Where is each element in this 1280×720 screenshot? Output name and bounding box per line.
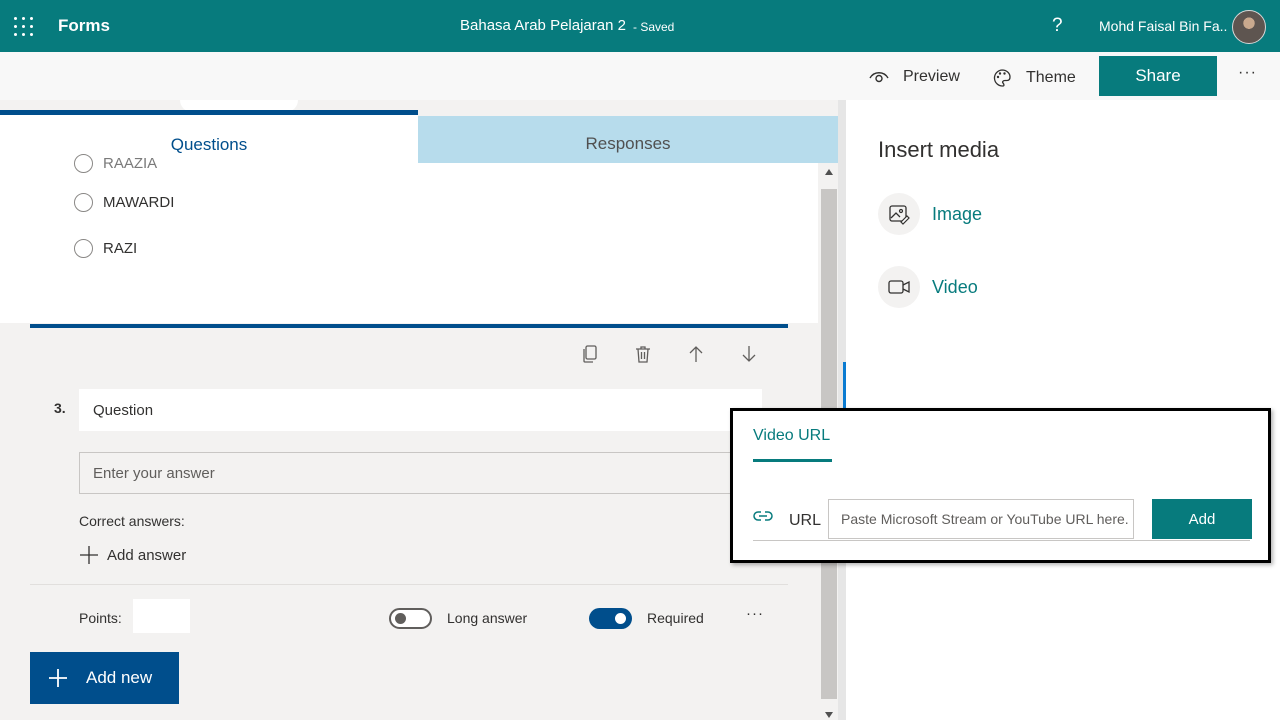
save-status: - Saved	[633, 20, 675, 34]
add-answer-button[interactable]: Add answer	[79, 545, 186, 565]
copy-icon[interactable]	[580, 344, 600, 364]
option-label: MAWARDI	[103, 194, 175, 211]
points-input[interactable]	[133, 599, 190, 633]
tab-underline	[753, 459, 832, 462]
arrow-up-icon[interactable]	[686, 344, 706, 364]
add-new-label: Add new	[86, 668, 153, 687]
add-video-button[interactable]: Add	[1152, 499, 1252, 539]
preview-label: Preview	[903, 68, 960, 85]
share-button[interactable]: Share	[1099, 56, 1217, 96]
palette-icon	[993, 69, 1011, 87]
video-url-dialog: Video URL URL Add	[730, 408, 1271, 563]
delete-icon[interactable]	[633, 344, 653, 364]
avatar[interactable]	[1232, 10, 1266, 44]
previous-question-card: RAAZIA MAWARDI RAZI	[0, 154, 818, 323]
question-more-button[interactable]: ···	[746, 605, 764, 622]
question-footer: Points: Long answer Required ···	[30, 584, 788, 642]
add-answer-label: Add answer	[107, 546, 187, 564]
question-number: 3.	[54, 400, 66, 416]
video-icon	[878, 266, 920, 308]
question-title-input[interactable]	[79, 389, 762, 431]
points-label: Points:	[79, 610, 122, 626]
choice-option[interactable]: RAAZIA	[74, 154, 157, 173]
top-bar: Forms Bahasa Arab Pelajaran 2 - Saved ? …	[0, 0, 1280, 52]
required-label: Required	[647, 610, 704, 626]
option-label: RAZI	[103, 240, 138, 257]
eye-icon	[869, 72, 889, 83]
radio-button[interactable]	[74, 193, 93, 212]
insert-image-button[interactable]: Image	[878, 193, 982, 235]
choice-option[interactable]: MAWARDI	[74, 193, 174, 212]
scroll-up-icon[interactable]	[825, 169, 833, 175]
video-url-input[interactable]	[828, 499, 1134, 539]
image-icon	[878, 193, 920, 235]
correct-answers-label: Correct answers:	[79, 513, 185, 529]
scroll-down-icon[interactable]	[825, 712, 833, 718]
more-options-button[interactable]: ···	[1238, 64, 1257, 82]
tab-responses[interactable]: Responses	[418, 116, 838, 163]
long-answer-toggle[interactable]	[389, 608, 432, 629]
option-label: RAAZIA	[103, 155, 158, 172]
insert-video-button[interactable]: Video	[878, 266, 978, 308]
panel-title: Insert media	[878, 137, 1000, 162]
theme-label: Theme	[1026, 69, 1076, 86]
dialog-divider	[753, 540, 1250, 541]
required-toggle[interactable]	[589, 608, 632, 629]
choice-option[interactable]: RAZI	[74, 239, 137, 258]
preview-button[interactable]: Preview	[869, 68, 960, 86]
form-editor: Questions Responses RAAZIA MAWARDI RAZI …	[0, 100, 846, 720]
image-label: Image	[932, 203, 983, 224]
long-answer-label: Long answer	[447, 610, 528, 626]
video-url-tab[interactable]: Video URL	[753, 427, 830, 445]
add-new-button[interactable]: Add new	[30, 652, 179, 704]
user-name[interactable]: Mohd Faisal Bin Fa...	[1099, 18, 1227, 34]
link-icon	[753, 511, 773, 521]
tab-questions[interactable]: Questions	[0, 110, 418, 163]
theme-button[interactable]: Theme	[992, 68, 1076, 88]
radio-button[interactable]	[74, 239, 93, 258]
plus-icon	[80, 546, 98, 564]
plus-icon	[49, 669, 67, 687]
help-button[interactable]: ?	[1052, 15, 1063, 37]
command-bar: Preview Theme Share	[0, 52, 1280, 100]
app-name[interactable]: Forms	[58, 16, 110, 36]
url-label: URL	[789, 512, 822, 529]
app-launcher-icon[interactable]	[14, 17, 33, 36]
radio-button[interactable]	[74, 154, 93, 173]
form-title[interactable]: Bahasa Arab Pelajaran 2	[460, 17, 626, 34]
arrow-down-icon[interactable]	[739, 344, 759, 364]
answer-input[interactable]	[79, 452, 779, 494]
video-label: Video	[932, 276, 978, 297]
